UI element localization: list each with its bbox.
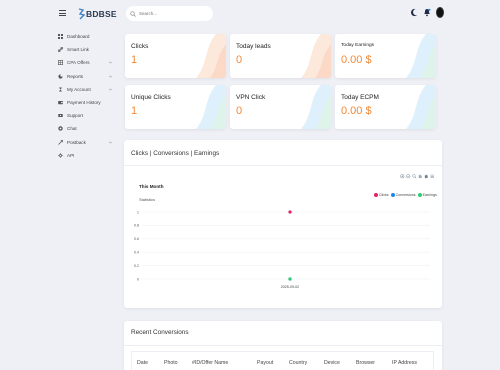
notification-bell-icon[interactable] — [423, 8, 431, 17]
column-header-offer-name[interactable]: #ID/Offer Name — [192, 360, 228, 366]
stat-value: 0 — [236, 54, 243, 66]
divider — [124, 345, 442, 346]
chevron-down-icon — [109, 75, 112, 78]
sidebar-item-smart-link[interactable]: Smart Link — [58, 43, 118, 56]
search-icon — [130, 10, 136, 17]
y-tick-label: 1 — [137, 210, 139, 214]
sidebar-item-label: CPA Offers — [67, 60, 90, 66]
recent-conversions-card: Recent Conversions Date Photo #ID/Offer … — [124, 321, 442, 370]
chart-plot: 1 0.8 0.6 0.4 0.2 0 2025-09-02 — [134, 210, 430, 289]
data-point-earnings[interactable] — [288, 277, 292, 281]
sidebar-item-postback[interactable]: Postback — [58, 136, 118, 149]
postback-icon — [58, 139, 63, 145]
chart-card: Clicks | Conversions | Earnings This Mon… — [124, 140, 442, 308]
card-decoration — [301, 34, 331, 78]
sidebar: Dashboard Smart Link CPA Offers Reports … — [58, 30, 118, 162]
logo[interactable]: BDBSE — [78, 7, 117, 21]
y-tick-label: 0.4 — [134, 251, 139, 255]
sidebar-item-payment-history[interactable]: Payment History — [58, 96, 118, 109]
ticket-icon — [58, 114, 63, 118]
stat-title: Today ECPM — [341, 94, 379, 101]
card-decoration — [301, 85, 331, 129]
top-icons — [410, 7, 444, 18]
stat-card-unique-clicks: Unique Clicks 1 — [125, 85, 226, 129]
wallet-icon — [58, 101, 63, 105]
sidebar-item-chat[interactable]: Chat — [58, 122, 118, 135]
top-bar: BDBSE — [0, 0, 500, 28]
data-point-clicks[interactable] — [288, 210, 292, 214]
sidebar-item-support[interactable]: Support — [58, 109, 118, 122]
chevron-down-icon — [109, 141, 112, 144]
y-tick-label: 0.8 — [134, 224, 139, 228]
sidebar-item-label: Reports — [67, 73, 84, 79]
stat-value: 0.00 $ — [341, 54, 372, 66]
logo-text: BDBSE — [86, 9, 117, 19]
stat-title: Today Earnings — [341, 43, 375, 48]
moon-icon[interactable] — [410, 8, 418, 17]
column-header-country[interactable]: Country — [289, 360, 307, 366]
sidebar-item-reports[interactable]: Reports — [58, 70, 118, 83]
column-header-date[interactable]: Date — [137, 360, 148, 366]
chevron-down-icon — [109, 88, 112, 91]
stat-title: Unique Clicks — [131, 94, 171, 101]
card-decoration — [196, 85, 226, 129]
card-decoration — [196, 34, 226, 78]
chevron-down-icon — [109, 62, 112, 64]
menu-toggle-icon[interactable] — [59, 10, 66, 16]
sidebar-item-label: My Account — [67, 86, 91, 92]
sidebar-item-label: API — [67, 152, 75, 158]
stat-card-today-earnings: Today Earnings 0.00 $ — [335, 34, 436, 78]
user-icon — [59, 87, 62, 92]
grid-icon — [58, 34, 63, 40]
chart-pie-icon — [58, 74, 63, 79]
stat-value: 0 — [236, 105, 243, 117]
table-icon — [58, 60, 63, 66]
column-header-ip-address[interactable]: IP Address — [392, 360, 417, 366]
search-box[interactable] — [126, 6, 213, 21]
sidebar-item-label: Dashboard — [67, 34, 90, 40]
card-decoration — [406, 34, 436, 78]
logo-mark-icon — [78, 8, 85, 20]
stat-value: 1 — [131, 54, 138, 66]
stat-card-vpn-click: VPN Click 0 — [230, 85, 331, 129]
card-decoration — [406, 85, 436, 129]
stat-card-clicks: Clicks 1 — [125, 34, 226, 78]
search-input[interactable] — [139, 11, 209, 16]
sidebar-item-api[interactable]: API — [58, 149, 118, 162]
stat-title: Today leads — [236, 43, 271, 50]
chat-icon — [58, 126, 63, 132]
link-icon — [58, 47, 63, 53]
sidebar-item-label: Support — [67, 113, 84, 119]
sidebar-item-label: Smart Link — [67, 47, 89, 53]
y-tick-label: 0.6 — [134, 237, 139, 241]
y-tick-label: 0.2 — [134, 264, 139, 268]
recent-conversions-title: Recent Conversions — [131, 329, 189, 336]
stat-title: VPN Click — [236, 94, 266, 101]
avatar[interactable] — [436, 7, 444, 18]
sidebar-item-label: Payment History — [67, 100, 101, 106]
x-tick-label: 2025-09-02 — [281, 285, 299, 289]
column-header-payout[interactable]: Payout — [257, 360, 273, 366]
column-header-device[interactable]: Device — [324, 360, 340, 366]
stat-value: 1 — [131, 105, 138, 117]
sidebar-item-cpa-offers[interactable]: CPA Offers — [58, 56, 118, 69]
table-header: Date Photo #ID/Offer Name Payout Country… — [131, 351, 434, 370]
column-header-photo[interactable]: Photo — [164, 360, 178, 366]
column-header-browser[interactable]: Browser — [356, 360, 375, 366]
stat-title: Clicks — [131, 43, 149, 50]
sidebar-item-dashboard[interactable]: Dashboard — [58, 30, 118, 43]
stat-value: 0.00 $ — [341, 105, 372, 117]
api-icon — [58, 152, 63, 158]
stat-card-today-leads: Today leads 0 — [230, 34, 331, 78]
sidebar-item-my-account[interactable]: My Account — [58, 83, 118, 96]
sidebar-item-label: Postback — [67, 139, 86, 145]
y-tick-label: 0 — [137, 277, 139, 281]
stat-card-today-ecpm: Today ECPM 0.00 $ — [335, 85, 436, 129]
sidebar-item-label: Chat — [67, 126, 77, 132]
